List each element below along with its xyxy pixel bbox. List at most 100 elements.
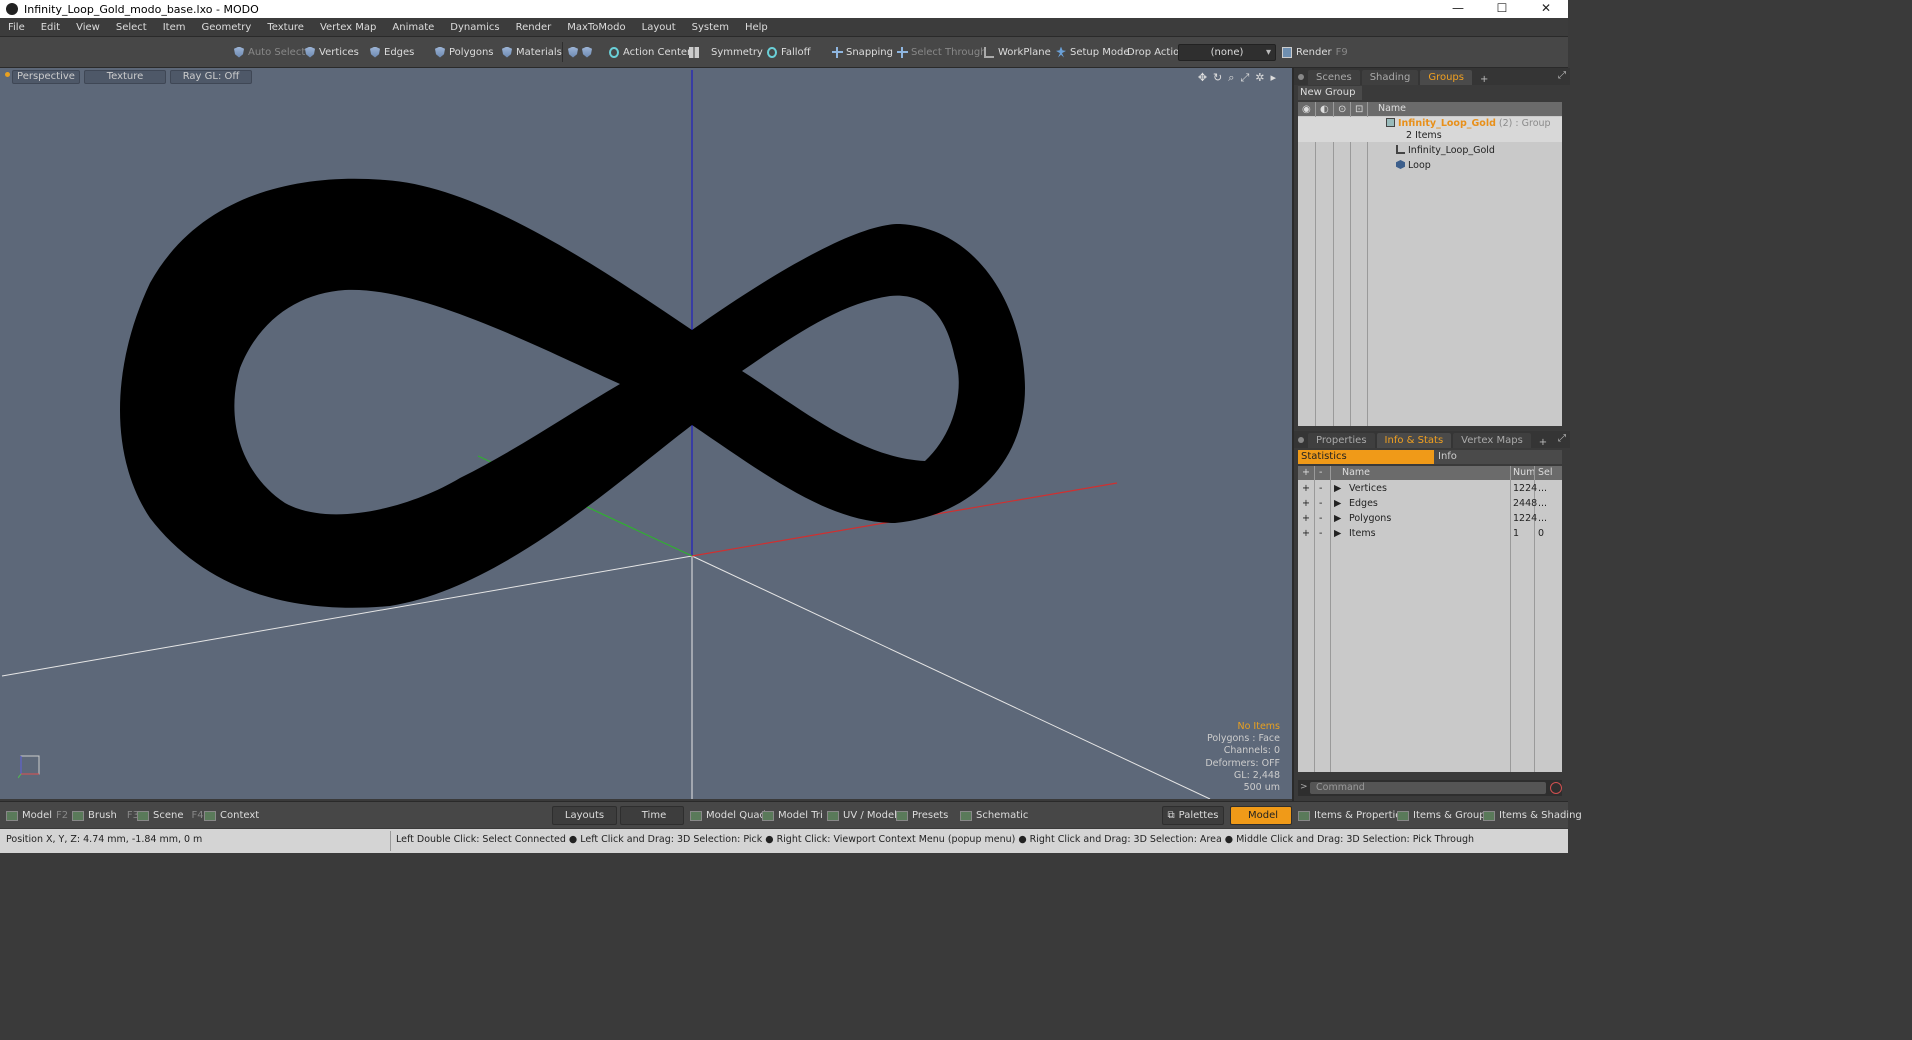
stats-row-polygons[interactable]: + - ▶ Polygons 1224 ...	[1298, 512, 1562, 526]
menu-help[interactable]: Help	[737, 22, 776, 33]
menu-texture[interactable]: Texture	[259, 22, 312, 33]
select-mode-extra-button[interactable]	[568, 43, 592, 61]
menu-dynamics[interactable]: Dynamics	[442, 22, 507, 33]
items-groups-button[interactable]: Items & Groups	[1397, 807, 1491, 824]
presets-button[interactable]: Presets	[896, 807, 948, 824]
menu-select[interactable]: Select	[108, 22, 155, 33]
items-properties-button[interactable]: Items & Properties	[1298, 807, 1407, 824]
time-button[interactable]: Time	[620, 806, 684, 825]
plus-icon[interactable]: +	[1302, 483, 1310, 494]
collapse-all-icon[interactable]: -	[1319, 467, 1322, 478]
tab-scenes[interactable]: Scenes	[1308, 70, 1360, 85]
layouts-button[interactable]: Layouts	[552, 806, 617, 825]
edges-button[interactable]: Edges	[370, 43, 414, 61]
menu-file[interactable]: File	[0, 22, 33, 33]
stats-row-edges[interactable]: + - ▶ Edges 2448 ...	[1298, 497, 1562, 511]
expand-panel-icon[interactable]: ⤢	[1558, 433, 1566, 444]
panel-menu-icon[interactable]	[1298, 437, 1304, 443]
info-tab[interactable]: Info	[1434, 450, 1562, 464]
expand-arrow-icon[interactable]: ▶	[1334, 513, 1341, 524]
vertices-button[interactable]: Vertices	[305, 43, 359, 61]
minus-icon[interactable]: -	[1319, 513, 1322, 524]
add-tab-icon[interactable]: +	[1533, 437, 1553, 448]
drop-action-dropdown[interactable]: (none)	[1178, 44, 1276, 61]
group-child-row[interactable]: Infinity_Loop_Gold	[1298, 144, 1562, 158]
add-tab-icon[interactable]: +	[1474, 74, 1494, 85]
menu-layout[interactable]: Layout	[634, 22, 684, 33]
menu-item[interactable]: Item	[155, 22, 194, 33]
stats-row-items[interactable]: + - ▶ Items 1 0	[1298, 527, 1562, 541]
tab-info-stats[interactable]: Info & Stats	[1376, 433, 1452, 448]
tab-vertex-maps[interactable]: Vertex Maps	[1453, 433, 1531, 448]
plus-icon[interactable]: +	[1302, 528, 1310, 539]
model-tri-button[interactable]: Model Tri	[762, 807, 823, 824]
expand-arrow-icon[interactable]: ▶	[1334, 483, 1341, 494]
pan-icon[interactable]: ✥	[1198, 71, 1207, 85]
tab-properties[interactable]: Properties	[1308, 433, 1375, 448]
expand-arrow-icon[interactable]: ▶	[1334, 528, 1341, 539]
plus-icon[interactable]: +	[1302, 498, 1310, 509]
action-center-button[interactable]: Action Center	[609, 43, 691, 61]
minus-icon[interactable]: -	[1319, 483, 1322, 494]
symmetry-button[interactable]: Symmetry	[689, 43, 763, 61]
scene-tab-button[interactable]: Scene F4	[137, 807, 204, 824]
menu-maxtomodo[interactable]: MaxToModo	[559, 22, 633, 33]
brush-tab-button[interactable]: Brush F3	[72, 807, 139, 824]
model-tab-button[interactable]: Model F2	[6, 807, 68, 824]
shading-mode-button[interactable]: Texture	[84, 70, 166, 84]
scene-canvas[interactable]	[0, 68, 1292, 799]
workplane-button[interactable]: WorkPlane	[984, 43, 1051, 61]
select-through-button[interactable]: Select Through	[897, 43, 987, 61]
render-button[interactable]: Render F9	[1282, 43, 1348, 61]
maximize-button[interactable]: ☐	[1480, 0, 1524, 18]
group-row[interactable]: Infinity_Loop_Gold (2) : Group 2 Items	[1298, 117, 1562, 142]
expand-panel-icon[interactable]: ⤢	[1558, 70, 1566, 81]
schematic-button[interactable]: Schematic	[960, 807, 1028, 824]
view-mode-button[interactable]: Perspective	[12, 70, 80, 84]
statistics-tab[interactable]: Statistics	[1298, 450, 1434, 464]
expand-all-icon[interactable]: +	[1302, 467, 1310, 478]
tab-shading[interactable]: Shading	[1361, 70, 1419, 85]
command-history-icon[interactable]: >	[1300, 782, 1308, 792]
expand-arrow-icon[interactable]: ▶	[1334, 498, 1341, 509]
snapping-button[interactable]: Snapping	[832, 43, 893, 61]
menu-view[interactable]: View	[68, 22, 108, 33]
new-group-button[interactable]: New Group	[1298, 86, 1362, 100]
viewport-menu-dot-icon[interactable]	[5, 72, 10, 77]
menu-vertex-map[interactable]: Vertex Map	[312, 22, 384, 33]
menu-geometry[interactable]: Geometry	[193, 22, 259, 33]
minus-icon[interactable]: -	[1319, 498, 1322, 509]
menu-edit[interactable]: Edit	[33, 22, 68, 33]
materials-button[interactable]: Materials	[502, 43, 562, 61]
menu-render[interactable]: Render	[508, 22, 560, 33]
viewport-more-icon[interactable]: ▸	[1270, 71, 1276, 85]
menu-animate[interactable]: Animate	[384, 22, 442, 33]
viewport-settings-icon[interactable]: ✲	[1255, 71, 1264, 85]
raygl-button[interactable]: Ray GL: Off	[170, 70, 252, 84]
panel-menu-icon[interactable]	[1298, 74, 1304, 80]
polygons-button[interactable]: Polygons	[435, 43, 494, 61]
minimize-button[interactable]: —	[1436, 0, 1480, 18]
context-tab-button[interactable]: Context	[204, 807, 259, 824]
zoom-icon[interactable]: ⌕	[1228, 71, 1234, 85]
group-child-row[interactable]: Loop	[1298, 159, 1562, 173]
command-input[interactable]: Command	[1310, 782, 1546, 794]
stats-row-vertices[interactable]: + - ▶ Vertices 1224 ...	[1298, 482, 1562, 496]
record-icon[interactable]	[1550, 782, 1562, 794]
palettes-button[interactable]: ⧉ Palettes	[1162, 806, 1224, 825]
minus-icon[interactable]: -	[1319, 528, 1322, 539]
menu-system[interactable]: System	[684, 22, 737, 33]
falloff-button[interactable]: Falloff	[767, 43, 811, 61]
fit-icon[interactable]: ⤢	[1240, 71, 1249, 85]
model-layout-button[interactable]: Model	[1230, 806, 1292, 825]
tab-groups[interactable]: Groups	[1420, 70, 1472, 85]
close-button[interactable]: ✕	[1524, 0, 1568, 18]
items-shading-button[interactable]: Items & Shading	[1483, 807, 1582, 824]
rotate-icon[interactable]: ↻	[1213, 71, 1222, 85]
plus-icon[interactable]: +	[1302, 513, 1310, 524]
uv-model-button[interactable]: UV / Model	[827, 807, 897, 824]
3d-viewport[interactable]: Perspective Texture Ray GL: Off ✥ ↻ ⌕ ⤢ …	[0, 68, 1292, 799]
setup-mode-button[interactable]: Setup Mode	[1056, 43, 1130, 61]
auto-select-button[interactable]: Auto Select	[234, 43, 305, 61]
model-quad-button[interactable]: Model Quad	[690, 807, 766, 824]
